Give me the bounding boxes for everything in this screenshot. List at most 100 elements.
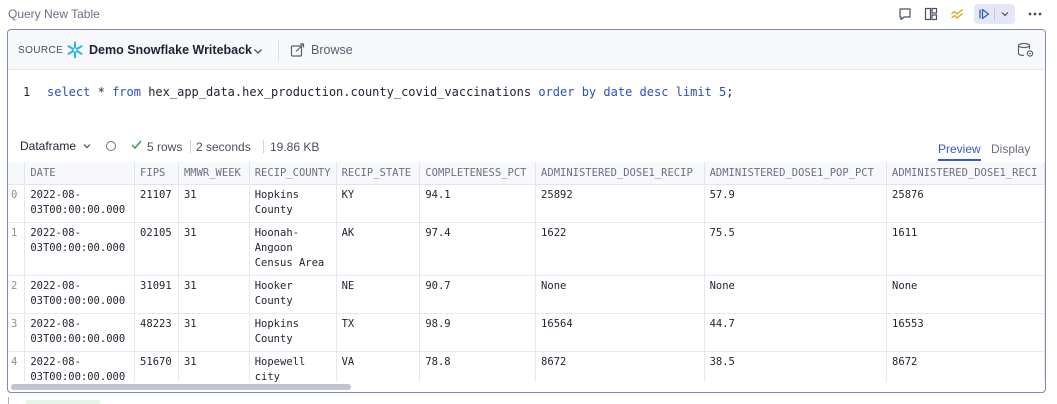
- table-row: 3 2022-08-03T00:00:00.000 48223 31 Hopki…: [8, 313, 1045, 352]
- table-cell[interactable]: 25892: [535, 184, 705, 223]
- table-cell[interactable]: 78.8: [419, 351, 537, 382]
- table-row: 4 2022-08-03T00:00:00.000 51670 31 Hopew…: [8, 351, 1045, 382]
- table-cell[interactable]: 31: [178, 313, 250, 352]
- table-cell[interactable]: 8672: [535, 351, 705, 382]
- comment-icon[interactable]: [894, 4, 916, 24]
- table-cell[interactable]: 21107: [134, 184, 179, 223]
- code-editor[interactable]: 1 select * from hex_app_data.hex_product…: [8, 70, 1045, 122]
- layout-icon[interactable]: [920, 4, 942, 24]
- cell-gutter-line: [8, 397, 9, 404]
- keyword: order: [538, 85, 575, 99]
- column-header[interactable]: ADMINISTERED_DOSE1_RECI: [886, 162, 1045, 185]
- table-cell[interactable]: 51670: [134, 351, 179, 382]
- output-type-select[interactable]: Dataframe: [14, 136, 99, 156]
- chart-sparkle-icon[interactable]: [946, 4, 968, 24]
- browse-icon[interactable]: [290, 42, 306, 63]
- source-bar: SOURCE Demo Snowflake Writeback Browse: [8, 30, 1045, 70]
- horizontal-scrollbar[interactable]: [11, 384, 351, 390]
- table-cell[interactable]: Hopkins County: [249, 313, 337, 352]
- row-index: 3: [8, 313, 26, 352]
- sql-query[interactable]: select * from hex_app_data.hex_productio…: [47, 85, 734, 99]
- table-reference: hex_app_data.hex_production.county_covid…: [148, 85, 532, 99]
- table-cell[interactable]: 31091: [134, 275, 179, 314]
- table-row: 2 2022-08-03T00:00:00.000 31091 31 Hooke…: [8, 275, 1045, 314]
- browse-button[interactable]: Browse: [311, 43, 353, 57]
- tab-preview[interactable]: Preview: [938, 142, 981, 161]
- operator: *: [97, 85, 105, 99]
- output-type-label: Dataframe: [20, 139, 77, 153]
- table-cell[interactable]: 1611: [886, 222, 1045, 276]
- column-header[interactable]: COMPLETENESS_PCT: [419, 162, 537, 185]
- table-cell[interactable]: 38.5: [704, 351, 888, 382]
- table-cell[interactable]: AK: [336, 222, 421, 276]
- keyword: desc: [639, 85, 669, 99]
- keyword: limit: [675, 85, 712, 99]
- sql-cell: SOURCE Demo Snowflake Writeback Browse 1: [7, 29, 1046, 393]
- column-header[interactable]: DATE: [24, 162, 136, 185]
- table-cell[interactable]: VA: [336, 351, 421, 382]
- table-cell[interactable]: NE: [336, 275, 421, 314]
- table-cell[interactable]: 97.4: [419, 222, 537, 276]
- table-header-row: DATE FIPS MMWR_WEEK RECIP_COUNTY RECIP_S…: [8, 162, 1045, 185]
- source-divider: [278, 39, 279, 61]
- table-cell[interactable]: 25876: [886, 184, 1045, 223]
- table-cell[interactable]: 31: [178, 222, 250, 276]
- table-cell[interactable]: 16553: [886, 313, 1045, 352]
- database-settings-icon[interactable]: [1017, 42, 1035, 63]
- table-cell[interactable]: KY: [336, 184, 421, 223]
- table-cell[interactable]: 2022-08-03T00:00:00.000: [24, 184, 136, 223]
- table-cell[interactable]: 1622: [535, 222, 705, 276]
- table-cell[interactable]: 75.5: [704, 222, 888, 276]
- status-circle-icon[interactable]: [106, 141, 116, 151]
- table-row: 1 2022-08-03T00:00:00.000 02105 31 Hoona…: [8, 222, 1045, 276]
- cell-title[interactable]: Query New Table: [8, 7, 100, 21]
- source-label: SOURCE: [18, 45, 64, 56]
- column-header[interactable]: MMWR_WEEK: [178, 162, 250, 185]
- table-cell[interactable]: None: [886, 275, 1045, 314]
- table-cell[interactable]: 94.1: [419, 184, 537, 223]
- column-header[interactable]: RECIP_COUNTY: [249, 162, 337, 185]
- row-index: 4: [8, 351, 26, 382]
- next-cell-edge: [26, 400, 100, 404]
- column-reference: date: [603, 85, 633, 99]
- run-icon[interactable]: [974, 4, 994, 24]
- table-cell[interactable]: None: [535, 275, 705, 314]
- cell-header: Query New Table: [0, 0, 1057, 28]
- table-cell[interactable]: 48223: [134, 313, 179, 352]
- chevron-down-icon: [83, 144, 91, 149]
- chevron-down-icon[interactable]: [252, 44, 264, 62]
- table-cell[interactable]: 57.9: [704, 184, 888, 223]
- dataframe-table[interactable]: DATE FIPS MMWR_WEEK RECIP_COUNTY RECIP_S…: [8, 162, 1045, 382]
- table-cell[interactable]: Hoonah-Angoon Census Area: [249, 222, 337, 276]
- table-cell[interactable]: 8672: [886, 351, 1045, 382]
- table-cell[interactable]: 90.7: [419, 275, 537, 314]
- row-count: 5 rows: [147, 140, 183, 154]
- column-header[interactable]: ADMINISTERED_DOSE1_POP_PCT: [704, 162, 888, 185]
- table-cell[interactable]: 2022-08-03T00:00:00.000: [24, 313, 136, 352]
- table-cell[interactable]: 2022-08-03T00:00:00.000: [24, 351, 136, 382]
- table-cell[interactable]: 44.7: [704, 313, 888, 352]
- more-icon[interactable]: [1023, 4, 1047, 24]
- result-bar: Dataframe 5 rows 2 seconds 19.86 KB Prev…: [8, 133, 1045, 161]
- table-cell[interactable]: Hooker County: [249, 275, 337, 314]
- column-header[interactable]: RECIP_STATE: [336, 162, 421, 185]
- tab-display[interactable]: Display: [991, 142, 1030, 156]
- table-cell[interactable]: None: [704, 275, 888, 314]
- table-cell[interactable]: 02105: [134, 222, 179, 276]
- table-cell[interactable]: Hopkins County: [249, 184, 337, 223]
- row-index: 2: [8, 275, 26, 314]
- table-cell[interactable]: 31: [178, 351, 250, 382]
- chevron-down-icon[interactable]: [995, 4, 1015, 24]
- table-cell[interactable]: Hopewell city: [249, 351, 337, 382]
- source-select[interactable]: Demo Snowflake Writeback: [89, 43, 252, 57]
- column-header[interactable]: ADMINISTERED_DOSE1_RECIP: [535, 162, 705, 185]
- table-cell[interactable]: 2022-08-03T00:00:00.000: [24, 222, 136, 276]
- table-cell[interactable]: 98.9: [419, 313, 537, 352]
- row-index: 0: [8, 184, 26, 223]
- table-cell[interactable]: 31: [178, 184, 250, 223]
- table-cell[interactable]: 2022-08-03T00:00:00.000: [24, 275, 136, 314]
- table-cell[interactable]: 31: [178, 275, 250, 314]
- table-cell[interactable]: 16564: [535, 313, 705, 352]
- column-header[interactable]: FIPS: [134, 162, 179, 185]
- table-cell[interactable]: TX: [336, 313, 421, 352]
